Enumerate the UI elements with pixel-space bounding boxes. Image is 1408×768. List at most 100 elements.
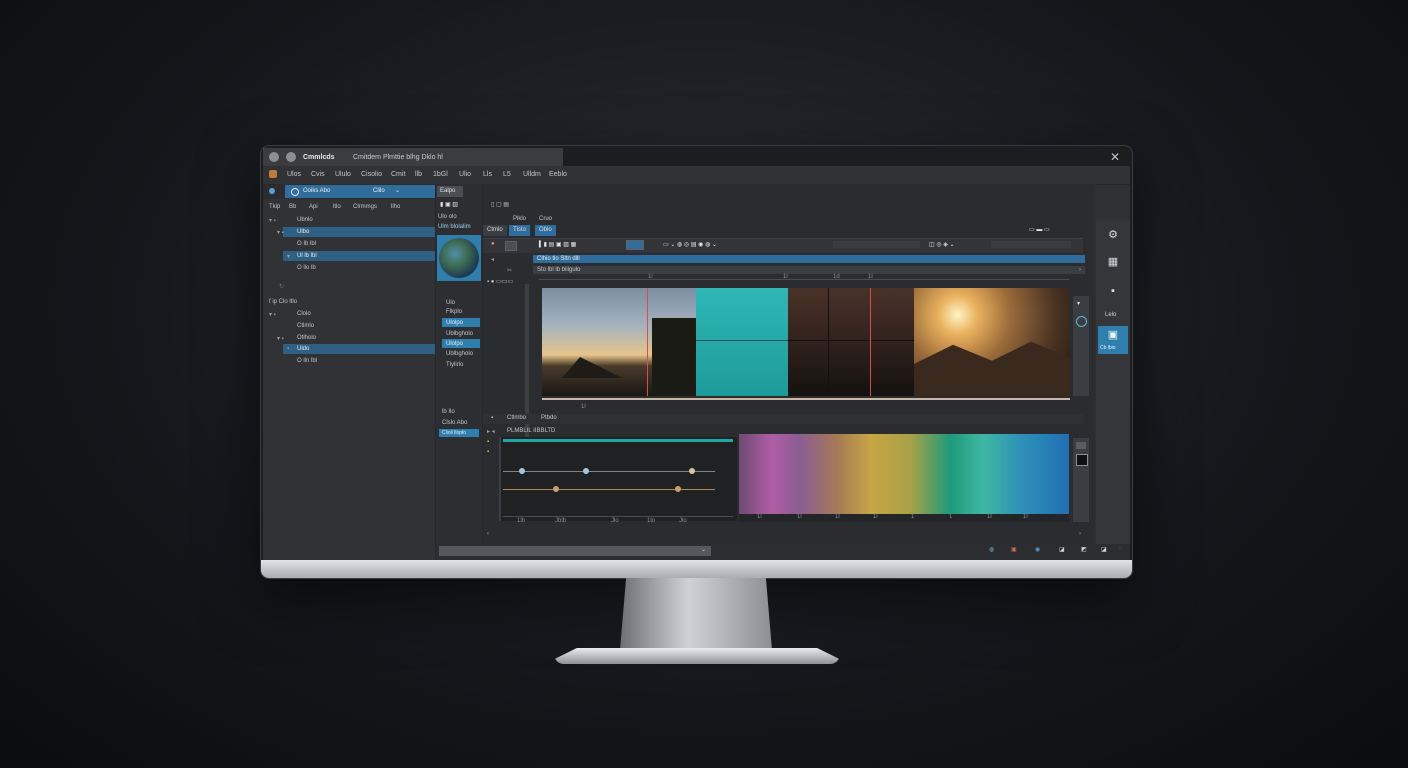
filter-label[interactable]: Bb <box>289 204 296 210</box>
record-icon[interactable]: ● <box>491 241 495 247</box>
menu-item[interactable]: Ululo <box>335 171 351 178</box>
filter-label[interactable]: llho <box>391 204 400 210</box>
editor-tab[interactable]: Plklo <box>513 216 526 222</box>
menu-item[interactable]: Ulldm <box>523 171 541 178</box>
track-bar[interactable] <box>533 266 1085 274</box>
list-item[interactable]: Tlylirlo <box>446 362 463 368</box>
tree-item[interactable]: O Ib lbl <box>297 241 316 247</box>
status-icon[interactable]: ◌ <box>1119 546 1123 552</box>
editor-tab[interactable]: Cruo <box>539 216 552 222</box>
preview-thumbnail-teal[interactable] <box>696 288 788 396</box>
tree-toggle-icon[interactable]: ▪ <box>287 346 289 352</box>
tree-toggle-icon[interactable]: ▾ ▪ <box>269 217 276 224</box>
keyframe-point[interactable] <box>675 486 681 492</box>
close-icon[interactable]: ✕ <box>1110 150 1120 164</box>
tree-toggle-icon[interactable]: ▾ ▪ <box>269 311 276 318</box>
settings-icon[interactable] <box>1076 316 1087 327</box>
lower-item[interactable]: Clioli lloplo <box>442 430 466 436</box>
track-bar[interactable] <box>533 255 1085 263</box>
gear-icon[interactable]: ⚙ <box>1106 228 1120 242</box>
tree-item[interactable]: O lln lbl <box>297 358 317 364</box>
list-item[interactable]: Ublbgholo <box>446 351 473 357</box>
chevron-right-icon[interactable]: › <box>1079 267 1081 273</box>
chevron-down-icon[interactable]: ⌄ <box>701 546 706 553</box>
bottom-icon[interactable]: ▪ <box>491 415 493 421</box>
tree-toggle-icon[interactable]: ▾ ▪ <box>277 335 284 342</box>
settings-icon[interactable] <box>286 152 296 162</box>
bottom-tab[interactable]: Ctlmbo <box>507 415 526 421</box>
keyframe-point[interactable] <box>519 468 525 474</box>
tree-item[interactable]: Clolo <box>297 311 311 317</box>
tree-item[interactable]: Uldo <box>297 346 309 352</box>
filter-label[interactable]: Api <box>309 204 318 210</box>
color-waveform[interactable] <box>739 434 1069 514</box>
menu-item[interactable]: Cvis <box>311 171 325 178</box>
curve-graph[interactable] <box>499 437 737 521</box>
filter-label[interactable]: Clrmmgs <box>353 204 377 210</box>
filter-label[interactable]: Tkip <box>269 204 280 210</box>
editor-tab[interactable]: Oblo <box>535 225 556 236</box>
title-menu[interactable]: Cmitdem Plmttie blhg Dklo hl <box>353 153 443 162</box>
lower-item[interactable]: Clslo Abo <box>442 420 467 426</box>
menu-item[interactable]: Ulos <box>287 171 301 178</box>
preview-thumbnail-landscape[interactable] <box>542 288 696 396</box>
toolbar-field[interactable] <box>833 241 920 248</box>
tree-item[interactable]: Ctlmlo <box>297 323 314 329</box>
chevron-left-icon[interactable]: ‹ <box>487 531 489 537</box>
toolbar-field[interactable] <box>991 241 1071 248</box>
status-icon[interactable]: ◪ <box>1101 546 1107 553</box>
list-item[interactable]: Flkplo <box>446 309 462 315</box>
keyframe-icon[interactable]: ▪ <box>487 439 489 445</box>
editor-tab[interactable]: Tlsto <box>509 225 531 236</box>
keyframe-icon[interactable]: ▪ <box>487 449 489 455</box>
tree-item[interactable]: Ubnlo <box>297 217 313 223</box>
search-dropdown[interactable]: Clilo <box>373 188 385 194</box>
toolbar-buttons[interactable]: ▭ ⌄ ◍ ◎ ▤ ◉ ◍ ⌄ <box>663 241 717 248</box>
tree-section-header[interactable]: f ip Clo ltlo <box>269 299 297 305</box>
toolbar-icons[interactable]: ▮ ▣ ▥ <box>440 201 458 208</box>
menu-item[interactable]: Ulio <box>459 171 471 178</box>
preview-strip[interactable] <box>542 288 1070 396</box>
playhead-icon[interactable]: ▸ ◂ <box>487 428 495 435</box>
dropdown-icon[interactable]: ▾ <box>1077 300 1080 307</box>
active-tool-button[interactable] <box>626 240 644 250</box>
status-icon[interactable]: ◍ <box>989 546 994 553</box>
grid-icon[interactable]: ▦ <box>1106 255 1120 269</box>
keyframe-point[interactable] <box>553 486 559 492</box>
refresh-icon[interactable]: ↻ <box>279 283 284 290</box>
toolbar-buttons[interactable]: ◫ ◎ ◈ ⌄ <box>929 241 955 248</box>
menu-item[interactable]: llb <box>415 171 422 178</box>
menu-item[interactable]: Eeblo <box>549 171 567 178</box>
app-menu-icon[interactable] <box>269 152 279 162</box>
toolbar-buttons[interactable]: ▍▮ ▤ ▣ ▧ ▦ <box>539 241 576 248</box>
editor-tab[interactable]: Ctmlo <box>483 225 507 236</box>
filter-label[interactable]: ltlo <box>333 204 341 210</box>
tool-button[interactable] <box>505 241 517 251</box>
scissors-icon[interactable]: ✂ <box>507 267 512 274</box>
scrollbar-vertical[interactable] <box>525 284 529 452</box>
status-dropdown[interactable] <box>439 546 711 556</box>
clip-list-icons[interactable]: ▪ ● ▭▭▭ <box>487 278 513 285</box>
list-item[interactable]: Ublbgholo <box>446 331 473 337</box>
toggle-icon[interactable] <box>1076 442 1086 449</box>
globe-thumbnail[interactable] <box>437 235 481 281</box>
status-icon[interactable]: ◩ <box>1081 546 1087 553</box>
keyframe-point[interactable] <box>689 468 695 474</box>
bottom-tab[interactable]: Ptbdo <box>541 415 557 421</box>
keyframe-point[interactable] <box>583 468 589 474</box>
menu-item[interactable]: L5 <box>503 171 511 178</box>
status-icon[interactable]: ◉ <box>1035 546 1040 553</box>
preview-thumbnail-forest[interactable] <box>788 288 914 396</box>
tree-toggle-icon[interactable]: ▾ ▪ <box>277 229 284 236</box>
tree-item[interactable]: O llo lb <box>297 265 316 271</box>
view-toggle-icon[interactable]: ▭ ▬ ▭ <box>1029 226 1050 233</box>
chevron-right-icon[interactable]: › <box>1079 531 1081 537</box>
list-item[interactable]: Ulolpo <box>446 320 463 326</box>
list-item[interactable]: Ulolpo <box>446 341 463 347</box>
status-icon[interactable]: ▣ <box>1011 546 1017 553</box>
chevron-down-icon[interactable]: ⌄ <box>395 187 400 194</box>
folder-icon[interactable]: ▣ <box>1106 328 1120 342</box>
save-icon[interactable]: ▪ <box>1106 284 1120 298</box>
save-icon[interactable] <box>1076 454 1088 466</box>
search-icon[interactable] <box>291 188 299 196</box>
